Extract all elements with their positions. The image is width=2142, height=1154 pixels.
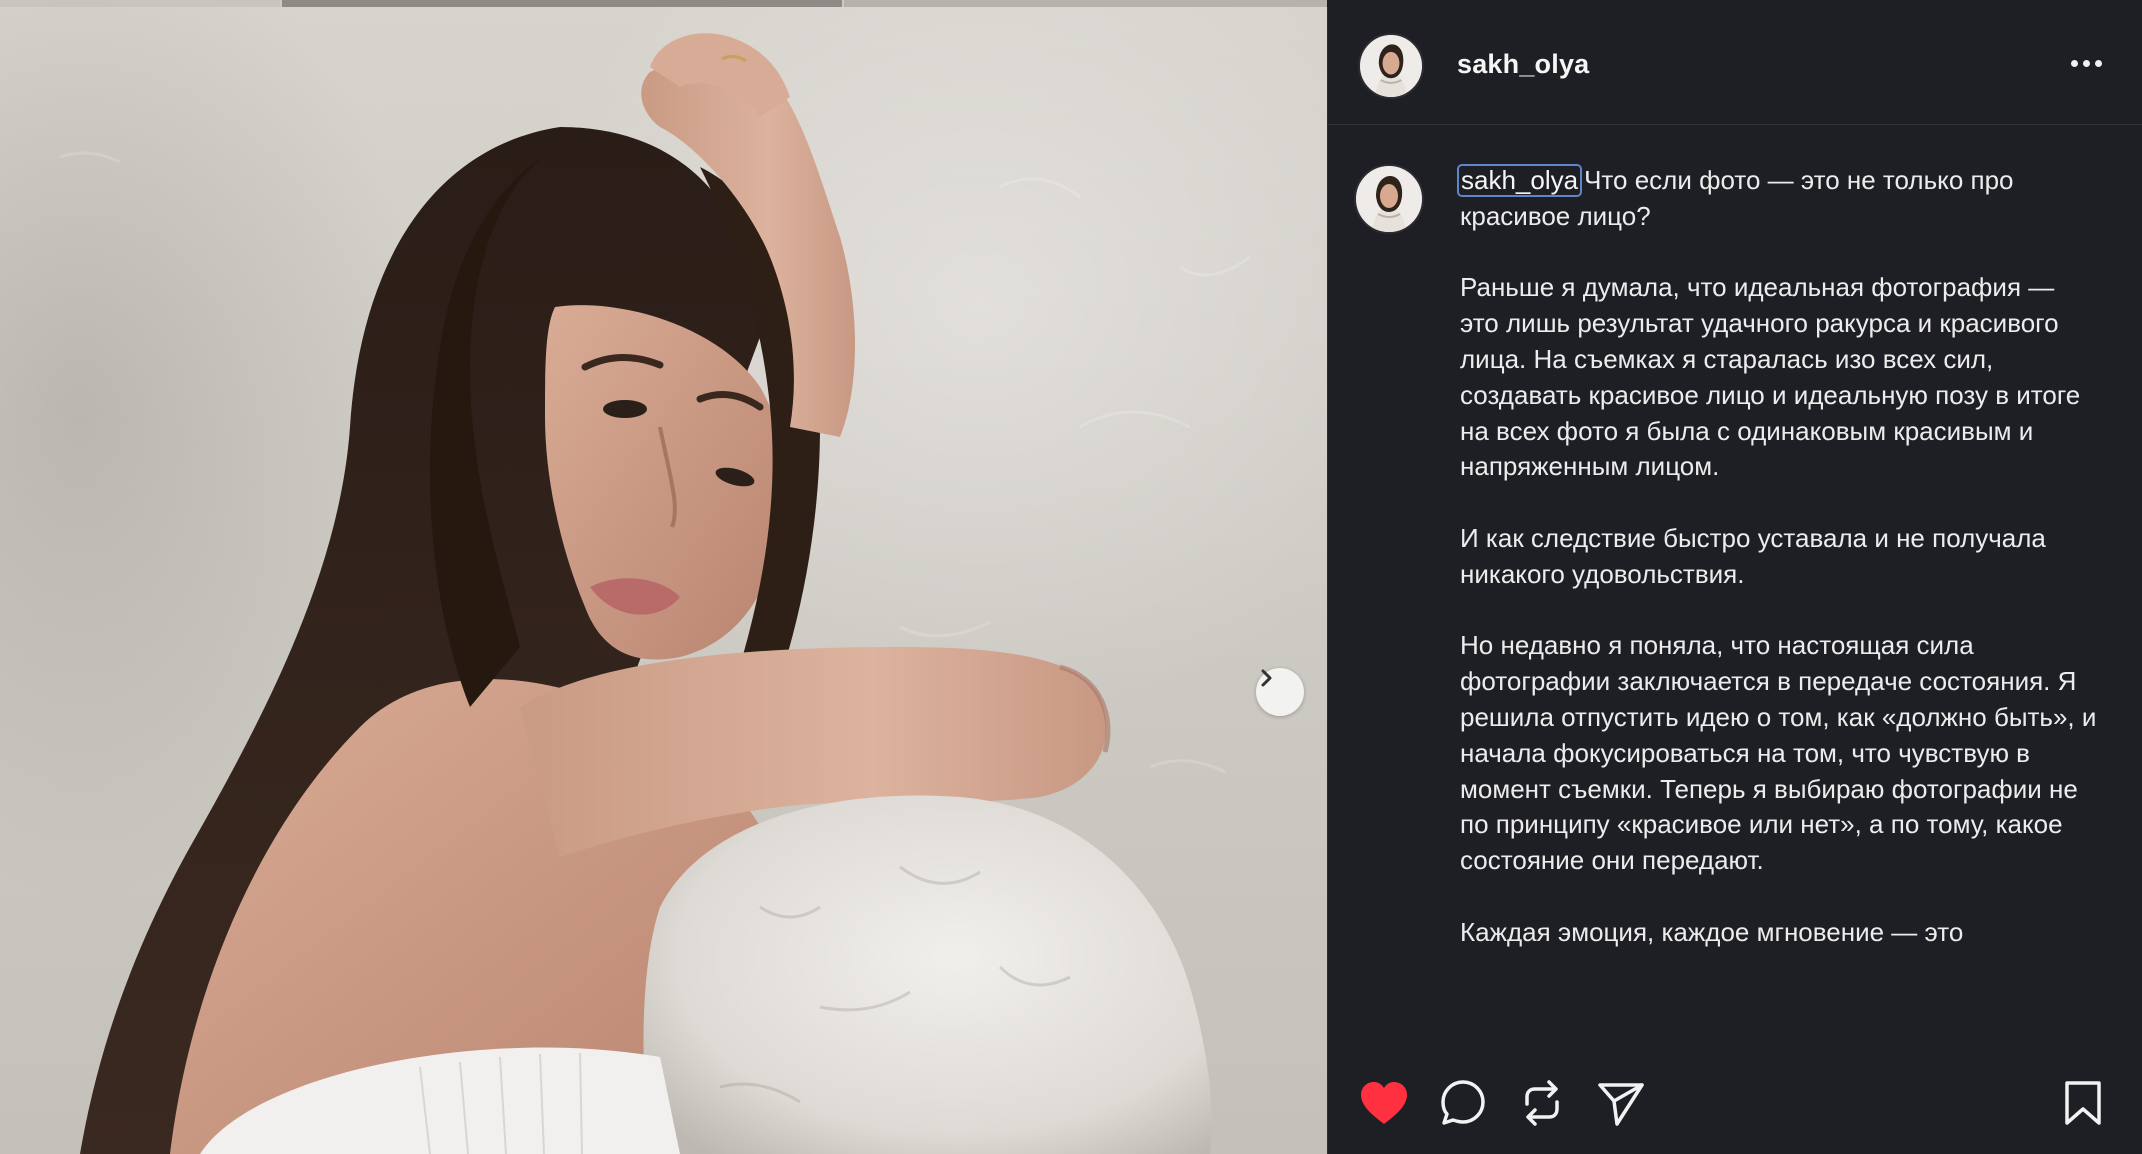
caption-scroll-fade — [1328, 1023, 2142, 1053]
save-button[interactable] — [2063, 1080, 2103, 1126]
like-button[interactable] — [1358, 1080, 1410, 1126]
repost-arrows-icon — [1525, 1080, 1559, 1126]
post-details-panel: sakh_olya sakh_olya Что если фото — это н… — [1327, 7, 2142, 1154]
caption-section[interactable]: sakh_olya Что если фото — это не только п… — [1328, 125, 2142, 1053]
caption-body: Что если фото — это не только про красив… — [1460, 165, 2097, 947]
avatar-portrait-icon — [1360, 35, 1422, 97]
post-header: sakh_olya — [1328, 7, 2142, 125]
send-paper-plane-icon — [1598, 1083, 1644, 1126]
more-dots-icon — [2094, 59, 2102, 67]
share-button[interactable] — [1597, 1081, 1645, 1127]
next-photo-button[interactable] — [1256, 668, 1304, 716]
heart-filled-icon — [1361, 1082, 1407, 1124]
chevron-right-icon — [1261, 669, 1272, 687]
caption-text: sakh_olya Что если фото — это не только п… — [1457, 163, 2100, 951]
avatar[interactable] — [1358, 33, 1424, 99]
bookmark-icon — [2065, 1081, 2101, 1125]
post-author-username[interactable]: sakh_olya — [1457, 49, 1589, 80]
adjacent-thumbnails-strip — [0, 0, 1327, 7]
action-bar — [1328, 1053, 2142, 1154]
more-dots-icon — [2082, 59, 2090, 67]
comment-bubble-icon — [1441, 1080, 1485, 1125]
post-viewer: sakh_olya sakh_olya Что если фото — это н… — [0, 0, 2142, 1154]
post-photo[interactable] — [0, 7, 1327, 1154]
comment-button[interactable] — [1439, 1079, 1487, 1127]
caption-avatar[interactable] — [1354, 164, 1424, 234]
repost-button[interactable] — [1519, 1078, 1565, 1128]
more-dots-icon — [2070, 59, 2078, 67]
avatar-portrait-icon — [1356, 166, 1422, 232]
photo-illustration — [59, 33, 1251, 1154]
more-options-button[interactable] — [2064, 47, 2108, 79]
caption-username-link[interactable]: sakh_olya — [1457, 164, 1583, 197]
